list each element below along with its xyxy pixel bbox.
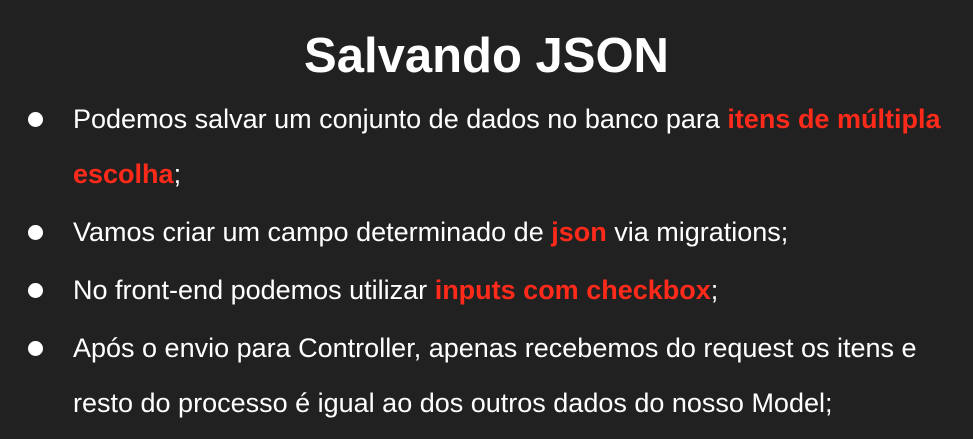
bullet-text: via migrations;: [606, 217, 789, 247]
bullet-item: Após o envio para Controller, apenas rec…: [26, 321, 961, 431]
bullet-text: ;: [710, 275, 719, 305]
bullet-text: Após o envio para Controller, apenas rec…: [73, 333, 917, 418]
bullet-highlight: json: [551, 217, 607, 247]
bullet-text: Vamos criar um campo determinado de: [73, 217, 552, 247]
bullet-text: Podemos salvar um conjunto de dados no b…: [73, 104, 728, 134]
bullet-text: ;: [173, 159, 182, 189]
bullet-dot-icon: [28, 341, 43, 356]
slide-title: Salvando JSON: [304, 29, 669, 83]
bullet-item: Vamos criar um campo determinado de json…: [26, 205, 961, 260]
bullet-text: No front-end podemos utilizar: [73, 275, 435, 305]
bullet-highlight: inputs com checkbox: [434, 275, 711, 305]
bullet-item: Podemos salvar um conjunto de dados no b…: [26, 92, 961, 202]
bullet-item: No front-end podemos utilizar inputs com…: [26, 263, 961, 318]
slide: Salvando JSON Podemos salvar um conjunto…: [0, 0, 973, 439]
bullet-dot-icon: [28, 283, 43, 298]
bullet-list: Podemos salvar um conjunto de dados no b…: [26, 92, 961, 434]
bullet-dot-icon: [28, 112, 43, 127]
bullet-dot-icon: [28, 225, 43, 240]
